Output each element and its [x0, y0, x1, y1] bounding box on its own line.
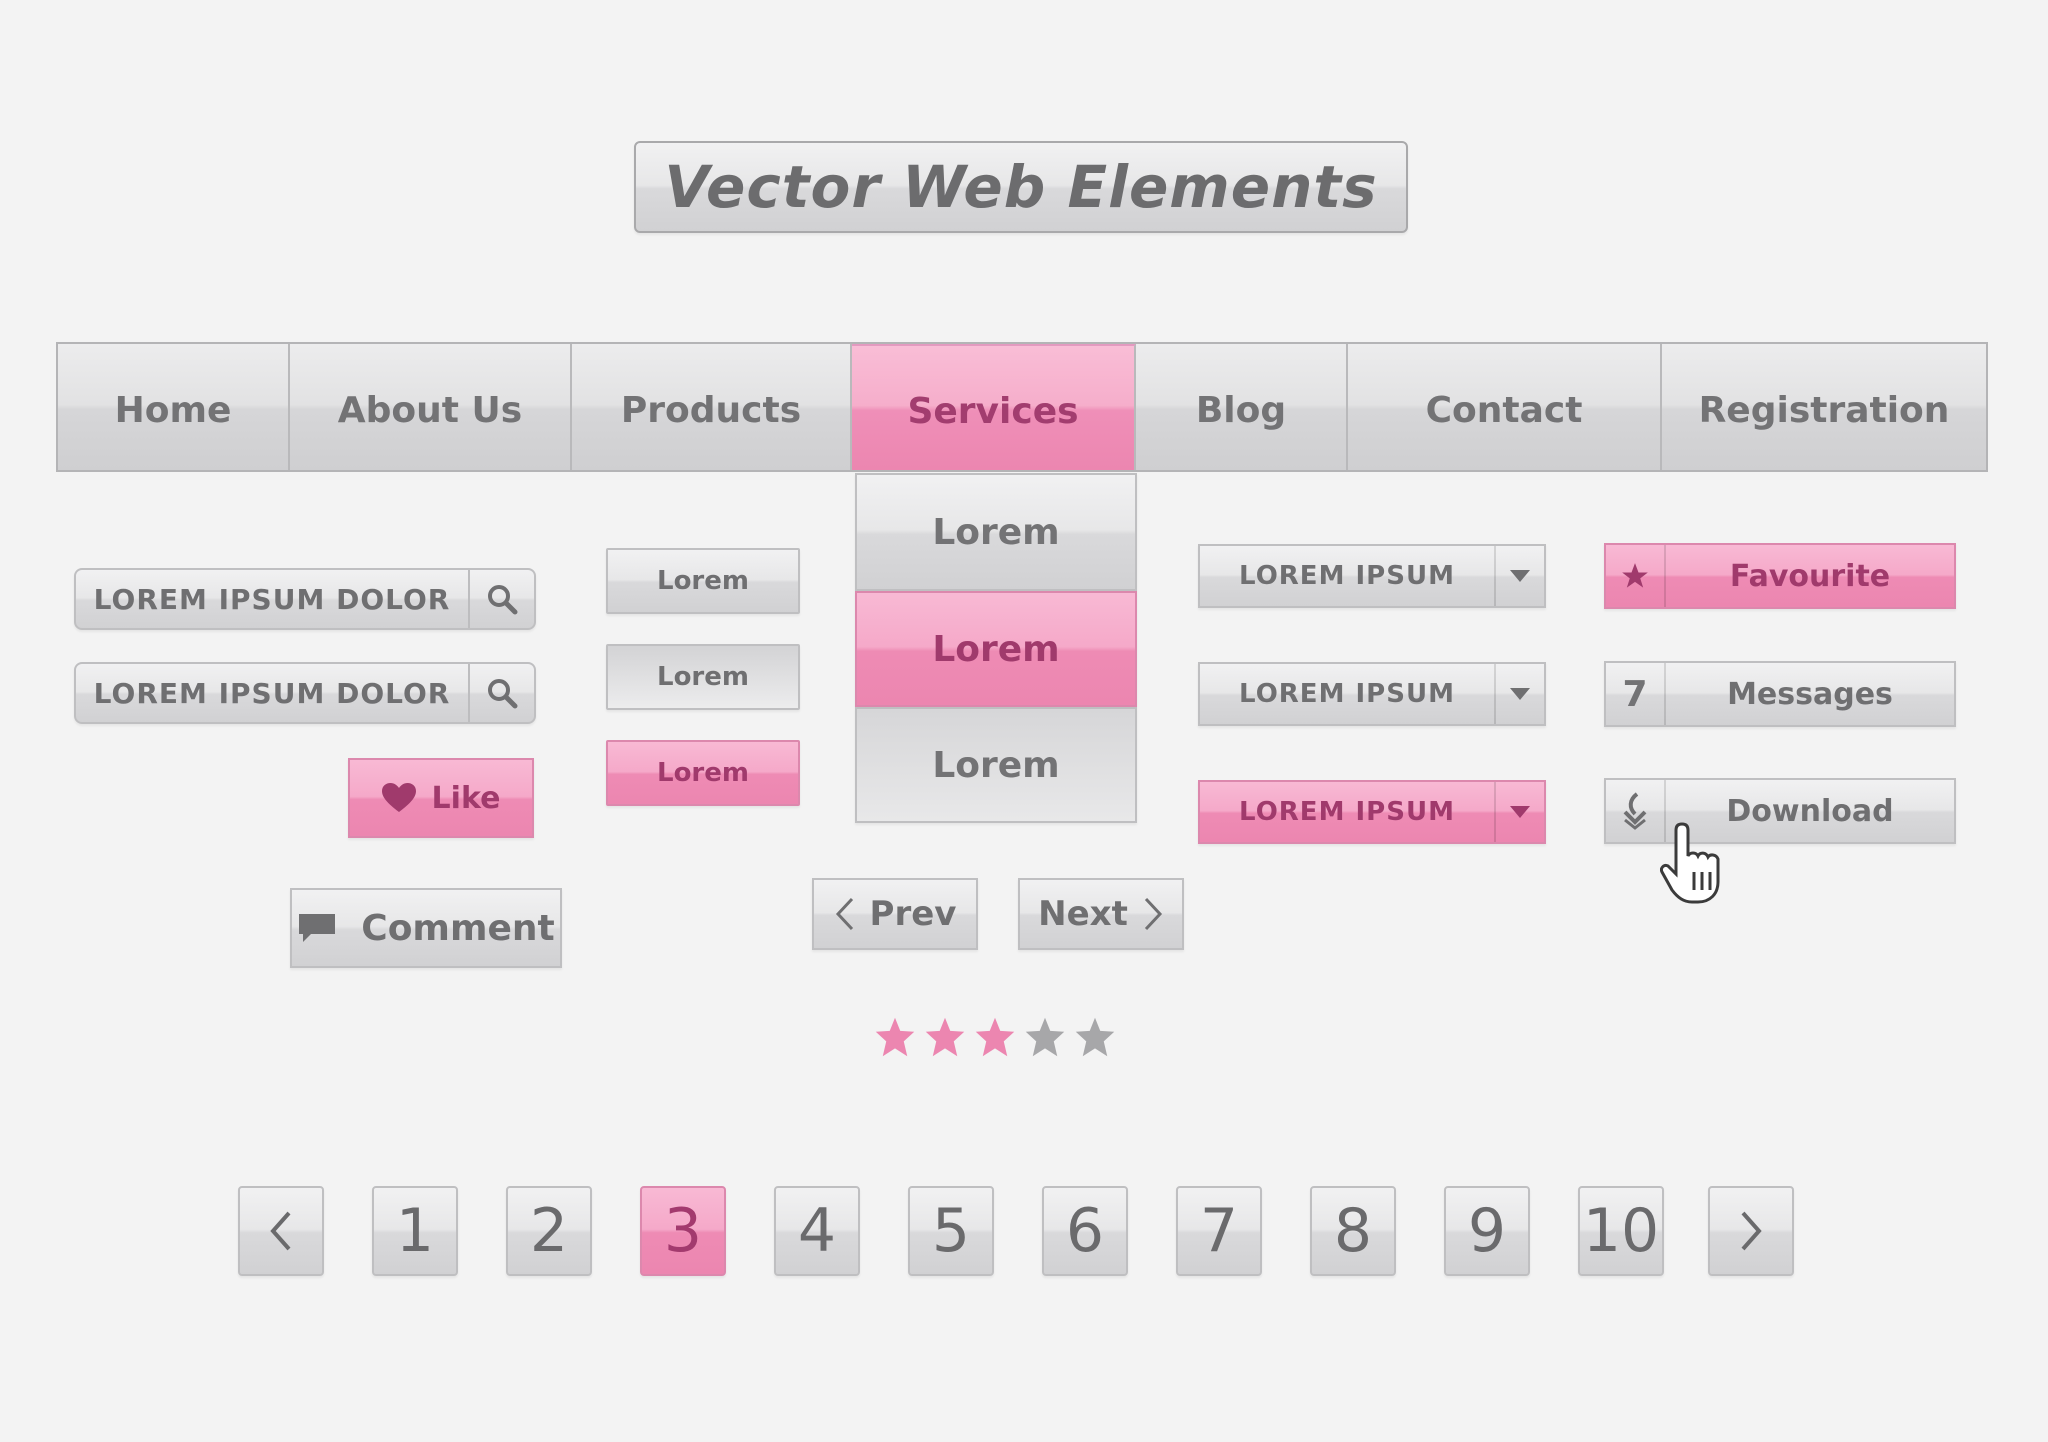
star-filled-icon[interactable] — [924, 1016, 966, 1058]
like-button[interactable]: Like — [348, 758, 534, 838]
like-label: Like — [431, 780, 501, 816]
favourite-label: Favourite — [1729, 558, 1891, 594]
pagination-page-5[interactable]: 5 — [908, 1186, 994, 1276]
select-box-3[interactable]: LOREM IPSUM — [1198, 780, 1546, 844]
next-label: Next — [1038, 894, 1128, 934]
chevron-right-icon — [1144, 897, 1162, 931]
pagination-page-8[interactable]: 8 — [1310, 1186, 1396, 1276]
pagination-next-button[interactable] — [1708, 1186, 1794, 1276]
dropdown-item-2[interactable]: Lorem — [855, 591, 1137, 707]
page-title: Vector Web Elements — [634, 141, 1408, 233]
select-value: LOREM IPSUM — [1200, 782, 1496, 842]
chevron-left-icon — [835, 897, 853, 931]
comment-button[interactable]: Comment — [290, 888, 562, 968]
search-input[interactable]: LOREM IPSUM DOLOR — [76, 570, 470, 628]
hand-cursor-icon — [1660, 822, 1720, 904]
star-rating[interactable] — [874, 1016, 1116, 1058]
star-empty-icon[interactable] — [1074, 1016, 1116, 1058]
nav-item-about-us[interactable]: About Us — [290, 344, 572, 470]
nav-item-blog[interactable]: Blog — [1136, 344, 1348, 470]
pagination-page-1[interactable]: 1 — [372, 1186, 458, 1276]
prev-label: Prev — [869, 894, 957, 934]
dropdown-item-1[interactable]: Lorem — [855, 473, 1137, 591]
favourite-button[interactable]: Favourite — [1604, 543, 1956, 609]
download-icon — [1606, 780, 1666, 842]
pagination-page-4[interactable]: 4 — [774, 1186, 860, 1276]
nav-item-products[interactable]: Products — [572, 344, 852, 470]
prev-button[interactable]: Prev — [812, 878, 978, 950]
heart-icon — [381, 783, 416, 812]
pagination-prev-button[interactable] — [238, 1186, 324, 1276]
star-icon — [1606, 545, 1666, 607]
download-button[interactable]: Download — [1604, 778, 1956, 844]
title-text: Vector Web Elements — [664, 153, 1378, 221]
star-empty-icon[interactable] — [1024, 1016, 1066, 1058]
nav-item-services[interactable]: Services — [852, 344, 1136, 470]
select-box-2[interactable]: LOREM IPSUM — [1198, 662, 1546, 726]
messages-count: 7 — [1606, 663, 1666, 725]
chevron-down-icon[interactable] — [1496, 664, 1544, 724]
lorem-button-active[interactable]: Lorem — [606, 740, 800, 806]
pagination-page-9[interactable]: 9 — [1444, 1186, 1530, 1276]
comment-label: Comment — [361, 907, 555, 949]
star-filled-icon[interactable] — [974, 1016, 1016, 1058]
search-icon[interactable] — [470, 570, 534, 628]
chevron-right-icon — [1741, 1211, 1762, 1251]
pagination-page-10[interactable]: 10 — [1578, 1186, 1664, 1276]
search-input[interactable]: LOREM IPSUM DOLOR — [76, 664, 470, 722]
select-value: LOREM IPSUM — [1200, 546, 1496, 606]
chevron-down-icon[interactable] — [1496, 546, 1544, 606]
nav-item-home[interactable]: Home — [58, 344, 290, 470]
dropdown-item-3[interactable]: Lorem — [855, 707, 1137, 823]
nav-item-registration[interactable]: Registration — [1662, 344, 1986, 470]
search-bar-2[interactable]: LOREM IPSUM DOLOR — [74, 662, 536, 724]
search-icon[interactable] — [470, 664, 534, 722]
nav-item-contact[interactable]: Contact — [1348, 344, 1662, 470]
select-value: LOREM IPSUM — [1200, 664, 1496, 724]
next-button[interactable]: Next — [1018, 878, 1184, 950]
pagination-page-6[interactable]: 6 — [1042, 1186, 1128, 1276]
messages-button[interactable]: 7 Messages — [1604, 661, 1956, 727]
lorem-button-normal[interactable]: Lorem — [606, 548, 800, 614]
pagination-page-3[interactable]: 3 — [640, 1186, 726, 1276]
messages-label: Messages — [1727, 676, 1893, 712]
lorem-button-pressed[interactable]: Lorem — [606, 644, 800, 710]
select-box-1[interactable]: LOREM IPSUM — [1198, 544, 1546, 608]
star-filled-icon[interactable] — [874, 1016, 916, 1058]
pagination-page-7[interactable]: 7 — [1176, 1186, 1262, 1276]
speech-bubble-icon — [299, 914, 336, 942]
main-navigation: Home About Us Products Services Blog Con… — [56, 342, 1988, 472]
chevron-down-icon[interactable] — [1496, 782, 1544, 842]
chevron-left-icon — [270, 1211, 291, 1251]
search-bar-1[interactable]: LOREM IPSUM DOLOR — [74, 568, 536, 630]
pagination-page-2[interactable]: 2 — [506, 1186, 592, 1276]
